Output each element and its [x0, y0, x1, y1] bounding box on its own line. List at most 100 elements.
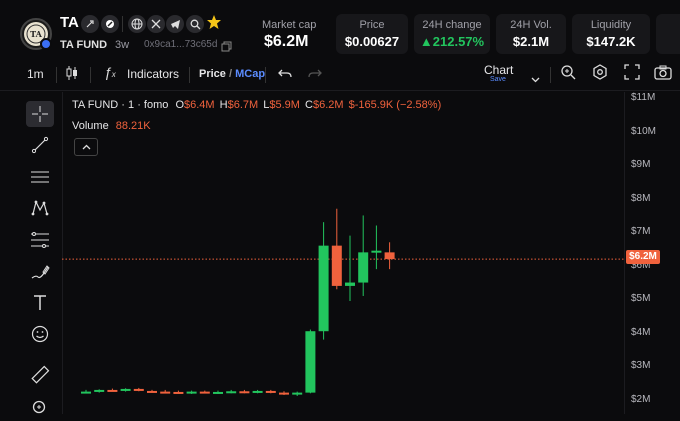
legend-high-value: $6.7M	[227, 99, 259, 111]
stat-24h-volume: 24H Vol. $2.1M	[496, 14, 566, 54]
candlestick-chart[interactable]	[62, 92, 624, 414]
candle-body	[226, 391, 237, 394]
star-icon[interactable]	[206, 14, 222, 35]
candle-body	[160, 391, 171, 394]
interval-selector[interactable]: 1m	[27, 67, 44, 81]
price-axis-tick: $8M	[631, 192, 651, 204]
price-axis-tick: $3M	[631, 360, 651, 372]
settings-icon[interactable]	[592, 64, 608, 85]
price-axis-tick: $10M	[631, 125, 657, 137]
toolbar-divider	[265, 67, 266, 83]
candle-body	[147, 390, 157, 393]
current-price-tag: $6.2M	[626, 250, 660, 264]
price-axis-tick: $4M	[631, 326, 651, 338]
market-cap-value: $6.2M	[264, 33, 309, 50]
chart-layout-label[interactable]: Chart	[484, 63, 513, 77]
candle-body	[331, 245, 342, 286]
camera-icon[interactable]	[654, 65, 672, 85]
function-icon[interactable]: ƒx	[104, 64, 116, 80]
globe-icon[interactable]	[128, 15, 146, 33]
contract-address[interactable]: 0x9ca1...73c65d	[144, 39, 217, 50]
stat-value: $2.1M	[512, 34, 550, 49]
brush-tool[interactable]	[26, 259, 54, 285]
mcap-toggle-label[interactable]: MCap	[235, 68, 265, 80]
pill-icon[interactable]	[101, 15, 119, 33]
pattern-tool[interactable]	[26, 195, 54, 221]
fib-tool[interactable]	[26, 227, 54, 253]
stat-label: Liquidity	[590, 19, 632, 31]
token-age: 3w	[115, 39, 130, 51]
legend-close-value: $6.2M	[312, 99, 344, 111]
zoom-tool[interactable]	[26, 395, 54, 421]
chevron-down-icon[interactable]	[531, 70, 540, 88]
toolbar-divider	[189, 67, 190, 83]
stat-more	[656, 14, 680, 54]
price-toggle-label[interactable]: Price	[199, 68, 226, 80]
candle-body	[81, 391, 91, 394]
zoom-in-icon[interactable]	[560, 64, 576, 85]
trend-line-tool[interactable]	[26, 132, 54, 158]
stat-value: $0.00627	[344, 34, 400, 49]
x-icon[interactable]	[147, 15, 165, 33]
toolbar-divider	[56, 67, 57, 83]
candle-body	[199, 391, 210, 394]
candle-body	[305, 331, 316, 393]
volume-legend: Volume 88.21K	[72, 120, 151, 132]
toolbar-divider	[550, 67, 551, 83]
price-toggle[interactable]: Price / MCap	[199, 68, 265, 80]
candle-body	[318, 245, 329, 332]
toolbar-divider	[90, 67, 91, 83]
candle-body	[384, 252, 395, 260]
candle-body	[107, 389, 118, 392]
rocket-icon[interactable]	[81, 15, 99, 33]
candle-body	[345, 282, 355, 286]
crosshair-tool[interactable]	[26, 101, 54, 127]
stat-price: Price $0.00627	[336, 14, 408, 54]
legend-title: TA FUND · 1 · fomo	[72, 99, 169, 111]
stat-liquidity: Liquidity $147.2K	[572, 14, 650, 54]
candle-body	[173, 391, 184, 394]
candle-body	[358, 252, 369, 283]
text-tool[interactable]	[26, 290, 54, 316]
stat-value: $147.2K	[586, 34, 636, 49]
legend-change: $-165.9K (−2.58%)	[348, 99, 442, 111]
token-ticker: TA	[60, 14, 79, 31]
search-icon[interactable]	[186, 15, 204, 33]
save-layout-button[interactable]: Save	[490, 76, 506, 83]
price-axis-tick: $5M	[631, 293, 651, 305]
ruler-tool[interactable]	[26, 362, 54, 388]
token-name: TA FUND	[60, 39, 108, 51]
candle-body	[279, 392, 289, 395]
volume-value: 88.21K	[115, 120, 151, 132]
price-axis-tick: $11M	[631, 92, 656, 103]
emoji-tool[interactable]	[26, 321, 54, 347]
copy-icon[interactable]	[221, 39, 232, 57]
legend-low-value: $5.9M	[269, 99, 300, 111]
stat-label: 24H change	[422, 19, 482, 31]
candle-type-icon[interactable]	[65, 65, 79, 86]
stat-value: ▲212.57%	[419, 34, 485, 49]
candle-body	[239, 391, 250, 394]
fullscreen-icon[interactable]	[624, 64, 640, 85]
candle-body	[371, 250, 382, 253]
header-divider	[122, 16, 123, 32]
undo-icon[interactable]	[278, 67, 292, 85]
indicators-button[interactable]: Indicators	[127, 67, 179, 81]
telegram-icon[interactable]	[166, 15, 184, 33]
verified-badge-icon	[40, 38, 52, 50]
candle-body	[213, 391, 223, 394]
chart-toolbar	[0, 60, 680, 91]
candle-body	[186, 391, 197, 394]
legend-open-value: $6.4M	[184, 99, 215, 111]
legend-open-label: O	[175, 99, 184, 111]
price-axis-tick: $7M	[631, 226, 651, 238]
svg-text:TA: TA	[30, 29, 43, 39]
market-cap-label: Market cap	[262, 19, 317, 31]
collapse-legend-button[interactable]	[74, 138, 98, 156]
redo-icon[interactable]	[308, 67, 322, 85]
parallel-lines-tool[interactable]	[26, 164, 54, 190]
candle-body	[252, 390, 263, 393]
stat-label: 24H Vol.	[510, 19, 552, 31]
candle-body	[133, 388, 144, 391]
legend-close-label: C	[305, 99, 313, 111]
